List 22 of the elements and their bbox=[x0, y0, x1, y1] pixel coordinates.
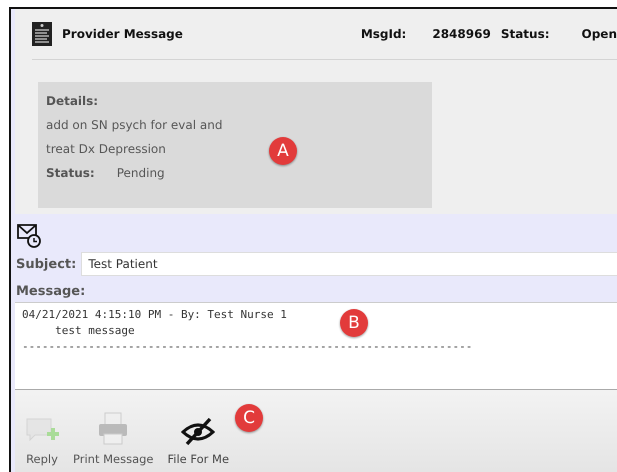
status-value: Open bbox=[582, 27, 617, 41]
details-text: add on SN psych for eval and bbox=[46, 118, 222, 132]
eye-slash-icon bbox=[181, 416, 216, 446]
message-label: Message: bbox=[16, 284, 86, 299]
message-field[interactable]: 04/21/2021 4:15:10 PM - By: Test Nurse 1 test message -------------------------------------------------------------------- B bbox=[15, 302, 617, 389]
subject-label: Subject: bbox=[16, 256, 76, 272]
annotation-marker: A bbox=[269, 137, 297, 165]
msgid-label: MsgId: bbox=[360, 27, 406, 41]
file-button[interactable]: File For Me bbox=[168, 416, 230, 466]
document-icon bbox=[32, 22, 52, 46]
status-label: Status: bbox=[500, 27, 550, 41]
msgid-value: 2848969 bbox=[432, 27, 491, 41]
annotation-marker: B bbox=[340, 309, 368, 337]
printer-icon bbox=[97, 412, 130, 446]
details-status-value: Pending bbox=[116, 166, 165, 180]
subject-field[interactable]: Test Patient bbox=[81, 252, 617, 276]
mail-clock-icon bbox=[16, 222, 42, 248]
details-text: treat Dx Depression bbox=[46, 142, 166, 156]
details-heading: Details: bbox=[46, 94, 98, 108]
annotation-marker: C bbox=[235, 404, 263, 432]
details-status-label: Status: bbox=[46, 166, 95, 180]
window-title: Provider Message bbox=[62, 27, 184, 41]
